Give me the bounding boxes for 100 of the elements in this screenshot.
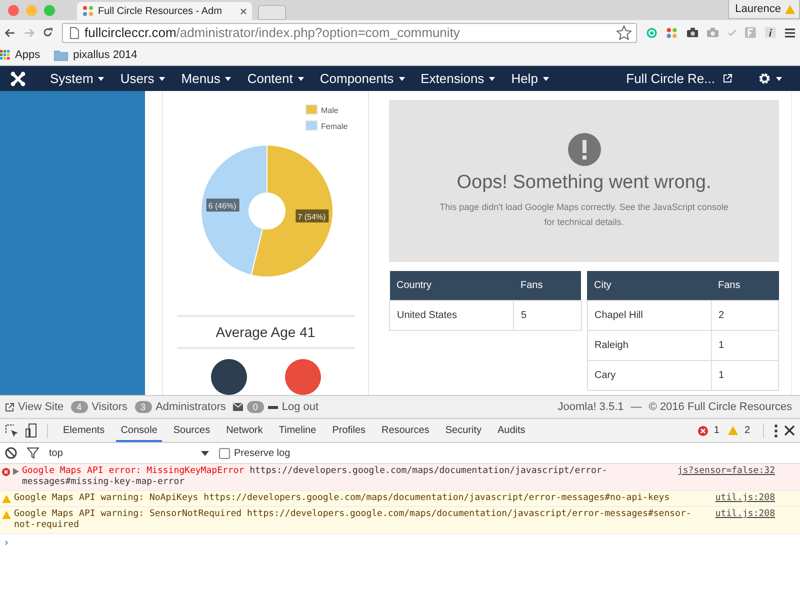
nav-menu[interactable]: Extensions <box>412 71 504 86</box>
footer-text: © 2016 Full Circle Resources <box>648 401 792 413</box>
star-icon[interactable] <box>616 25 632 40</box>
device-icon[interactable] <box>25 423 37 438</box>
devtools-tab[interactable]: Resources <box>376 419 434 442</box>
devtools-tab[interactable]: Network <box>221 419 268 442</box>
avatar-icon <box>284 359 320 395</box>
slice-value-label: 7 (54%) <box>296 209 329 222</box>
table-cell: 5 <box>514 300 581 330</box>
nav-menu[interactable]: Components <box>312 71 413 86</box>
error-message: This page didn't load Google Maps correctly. See the JavaScript console for technical details. <box>439 201 729 228</box>
column-header: Country <box>390 271 514 300</box>
table-cell: 1 <box>711 330 778 360</box>
table-cell: 1 <box>711 360 778 390</box>
context-dropdown[interactable]: top <box>49 448 209 458</box>
error-title: Oops! Something went wrong. <box>456 172 712 194</box>
legend-label: Male <box>321 106 338 115</box>
camera-icon[interactable] <box>686 26 698 39</box>
visitors-count: 4 <box>70 401 88 413</box>
external-link-icon <box>5 402 14 412</box>
table-cell: Chapel Hill <box>587 300 711 330</box>
clear-console-icon[interactable] <box>5 447 17 459</box>
folder-icon <box>54 50 68 60</box>
filter-icon[interactable] <box>27 447 39 459</box>
envelope-icon <box>232 403 243 411</box>
close-tab-icon[interactable] <box>240 8 247 14</box>
column-header: Fans <box>711 271 778 300</box>
legend-label: Female <box>321 122 348 131</box>
logout-link[interactable]: Log out <box>282 401 319 413</box>
nav-menu[interactable]: System <box>42 71 112 86</box>
column-header: City <box>587 271 711 300</box>
expand-triangle-icon[interactable] <box>13 468 19 475</box>
console-message: Google Maps API error: MissingKeyMapError https://developers.google.com/maps/documentation/javascript/error-messages#missing-key-map-error <box>22 466 608 488</box>
inspect-icon[interactable] <box>5 424 19 438</box>
devtools-tab[interactable]: Security <box>440 419 486 442</box>
nav-menu[interactable]: Menus <box>173 71 240 86</box>
address-field[interactable]: fullcircleccr.com/administrator/index.php?option=com_community <box>62 22 637 42</box>
source-link[interactable]: util.js:208 <box>715 509 775 520</box>
devtools-tab[interactable]: Elements <box>58 419 110 442</box>
nav-menu[interactable]: Help <box>503 71 557 86</box>
devtools-tab[interactable]: Timeline <box>274 419 322 442</box>
source-link[interactable]: js?sensor=false:32 <box>677 466 775 477</box>
table-cell: 2 <box>711 300 778 330</box>
nav-menu[interactable]: Content <box>239 71 312 86</box>
info-extension-icon[interactable] <box>765 25 776 40</box>
checkmark-icon[interactable] <box>728 28 736 38</box>
menu-icon[interactable] <box>784 26 796 38</box>
messages-count: 0 <box>246 401 264 413</box>
table-cell: Cary <box>587 360 711 390</box>
console-message: Google Maps API warning: SensorNotRequired https://developers.google.com/maps/documentation/javascript/error-messages#sensor-not-required <box>14 509 692 531</box>
view-site-link[interactable]: View Site <box>18 401 64 413</box>
warning-count: 2 <box>744 425 750 436</box>
external-link-icon <box>723 74 732 83</box>
error-icon <box>2 468 10 476</box>
slice-value-label: 6 (46%) <box>206 198 240 212</box>
browser-tab[interactable]: Full Circle Resources - Adm <box>77 2 252 20</box>
column-header: Fans <box>514 271 581 300</box>
warning-icon <box>785 4 795 14</box>
reload-icon[interactable] <box>43 26 53 39</box>
bookmark-item[interactable]: pixallus 2014 <box>54 49 138 61</box>
devtools-tab[interactable]: Sources <box>168 419 216 442</box>
preserve-log-checkbox[interactable] <box>219 448 230 458</box>
devtools-tab[interactable]: Console <box>116 419 162 442</box>
nav-menu[interactable]: Users <box>112 71 174 86</box>
devtools-tab[interactable]: Audits <box>492 419 530 442</box>
tab-title: Full Circle Resources - Adm <box>98 6 223 16</box>
more-options-icon[interactable] <box>774 424 778 438</box>
legend-swatch <box>306 120 318 130</box>
table-cell: Raleigh <box>587 330 711 360</box>
source-link[interactable]: util.js:208 <box>715 493 775 504</box>
devtools-tab[interactable]: Profiles <box>327 419 371 442</box>
back-icon[interactable] <box>5 26 16 38</box>
bookmark-item[interactable]: Apps <box>0 49 40 61</box>
average-age-text: Average Age 41 <box>176 315 354 349</box>
table-cell: United States <box>390 300 514 330</box>
joomla-logo-icon[interactable] <box>10 70 26 86</box>
footer-text: Joomla! 3.5.1 <box>558 401 624 413</box>
administrators-count: 3 <box>134 401 152 413</box>
data-label: 6 (46%) <box>208 202 237 211</box>
data-label: 7 (54%) <box>298 212 326 222</box>
console-message: Google Maps API warning: NoApiKeys https://developers.google.com/maps/documentation/javascript/error-messages#no-api-keys <box>14 493 671 504</box>
legend-swatch <box>306 104 318 114</box>
administrators-label: Administrators <box>156 401 226 413</box>
page-icon <box>70 26 79 38</box>
console-prompt[interactable]: › <box>3 536 10 549</box>
settings-icon <box>758 72 771 85</box>
site-link[interactable]: Full Circle Re... <box>618 71 723 86</box>
profile-button[interactable]: Laurence <box>728 0 800 19</box>
minus-icon <box>268 406 278 408</box>
visitors-label: Visitors <box>92 401 128 413</box>
error-count: 1 <box>714 425 720 436</box>
exclamation-icon <box>568 133 600 166</box>
warning-icon <box>728 426 738 435</box>
avatar-icon <box>210 359 246 395</box>
joomla-logo-icon <box>82 5 94 17</box>
error-icon <box>698 426 708 436</box>
footer-separator: — <box>630 401 642 413</box>
apps-grid-icon <box>0 50 10 60</box>
preserve-log-label: Preserve log <box>234 448 290 458</box>
close-icon[interactable] <box>784 425 795 436</box>
